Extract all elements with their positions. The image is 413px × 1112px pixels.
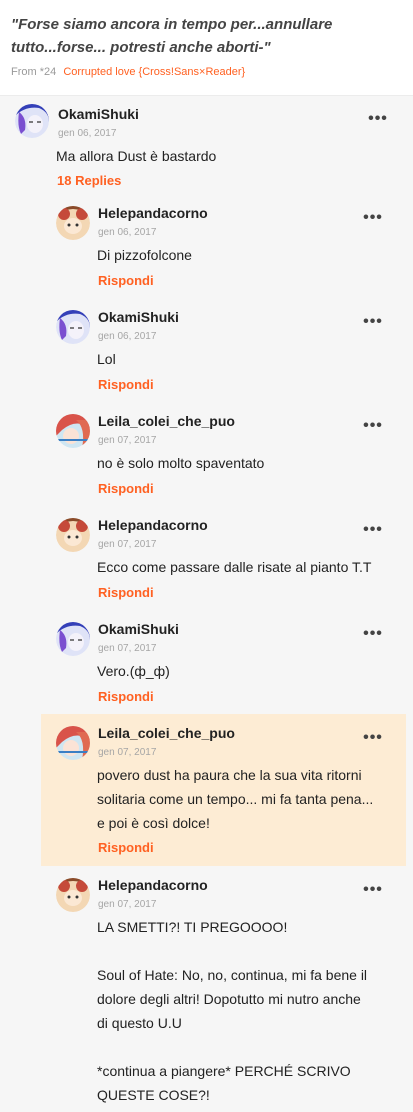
- quote-text: "Forse siamo ancora in tempo per...annul…: [11, 16, 333, 56]
- reply-text: no è solo molto spaventato: [97, 455, 265, 471]
- comment-thread: OkamiShuki gen 06, 2017 ••• Ma allora Du…: [0, 96, 413, 1112]
- reply-text-line: e poi è così dolce!: [97, 815, 210, 831]
- more-options-icon[interactable]: •••: [363, 882, 383, 898]
- reply-text-line: *continua a piangere* PERCHÉ SCRIVO: [97, 1063, 351, 1079]
- reply-username[interactable]: Leila_colei_che_puo: [98, 413, 235, 429]
- reply-username[interactable]: OkamiShuki: [98, 309, 179, 325]
- more-options-icon[interactable]: •••: [363, 210, 383, 226]
- reply-date: gen 07, 2017: [98, 747, 157, 758]
- story-link[interactable]: Corrupted love {Cross!Sans×Reader}: [63, 66, 245, 78]
- reply-date: gen 07, 2017: [98, 435, 157, 446]
- reply-button[interactable]: Rispondi: [98, 585, 154, 600]
- reply-text-line: di questo U.U: [97, 1015, 182, 1031]
- reply-button[interactable]: Rispondi: [98, 377, 154, 392]
- reply-button[interactable]: Rispondi: [98, 481, 154, 496]
- avatar-leila[interactable]: [56, 414, 90, 448]
- more-options-icon[interactable]: •••: [368, 111, 388, 127]
- avatar-helepandacorno[interactable]: [56, 518, 90, 552]
- reply-username[interactable]: Leila_colei_che_puo: [98, 725, 235, 741]
- quote-source: From *24 Corrupted love {Cross!Sans×Read…: [11, 66, 245, 78]
- reply-text-line: [97, 939, 397, 963]
- reply-text-line: LA SMETTI?! TI PREGOOOO!: [97, 919, 288, 935]
- reply-username[interactable]: Helepandacorno: [98, 517, 208, 533]
- reply-date: gen 06, 2017: [98, 331, 157, 342]
- reply-username[interactable]: Helepandacorno: [98, 205, 208, 221]
- reply-text: Di pizzofolcone: [97, 247, 192, 263]
- comment-date: gen 06, 2017: [58, 128, 117, 139]
- more-options-icon[interactable]: •••: [363, 418, 383, 434]
- reply-text: povero dust ha paura che la sua vita rit…: [97, 763, 397, 835]
- reply-text: Lol: [97, 351, 116, 367]
- reply-button[interactable]: Rispondi: [98, 689, 154, 704]
- reply-text-line: povero dust ha paura che la sua vita rit…: [97, 767, 362, 783]
- reply-button[interactable]: Rispondi: [98, 840, 154, 855]
- more-options-icon[interactable]: •••: [363, 730, 383, 746]
- avatar-leila[interactable]: [56, 726, 90, 760]
- story-quote: "Forse siamo ancora in tempo per...annul…: [0, 0, 413, 96]
- reply-date: gen 07, 2017: [98, 899, 157, 910]
- reply-date: gen 06, 2017: [98, 227, 157, 238]
- reply-date: gen 07, 2017: [98, 539, 157, 550]
- comment-username[interactable]: OkamiShuki: [58, 106, 139, 122]
- reply-text-line: dolore degli altri! Dopotutto mi nutro a…: [97, 991, 361, 1007]
- avatar-helepandacorno[interactable]: [56, 206, 90, 240]
- reply-button[interactable]: Rispondi: [98, 273, 154, 288]
- reply-text: Vero.(ф_ф): [97, 663, 170, 679]
- reply-text: Ecco come passare dalle risate al pianto…: [97, 559, 372, 575]
- avatar-helepandacorno[interactable]: [56, 878, 90, 912]
- more-options-icon[interactable]: •••: [363, 522, 383, 538]
- from-label: From *24: [11, 66, 57, 78]
- reply-username[interactable]: OkamiShuki: [98, 621, 179, 637]
- reply-username[interactable]: Helepandacorno: [98, 877, 208, 893]
- more-options-icon[interactable]: •••: [363, 314, 383, 330]
- reply-text-line: solitaria come un tempo... mi fa tanta p…: [97, 791, 374, 807]
- avatar-okamishuki[interactable]: [56, 622, 90, 656]
- more-options-icon[interactable]: •••: [363, 626, 383, 642]
- reply-text-line: QUESTE COSE?!: [97, 1087, 210, 1103]
- avatar-okamishuki[interactable]: [15, 104, 49, 138]
- replies-toggle-button[interactable]: 18 Replies: [57, 173, 121, 188]
- reply-text-line: [97, 1035, 397, 1059]
- avatar-okamishuki[interactable]: [56, 310, 90, 344]
- comment-text: Ma allora Dust è bastardo: [56, 148, 217, 164]
- reply-date: gen 07, 2017: [98, 643, 157, 654]
- reply-text: LA SMETTI?! TI PREGOOOO! Soul of Hate: N…: [97, 915, 397, 1107]
- reply-text-line: Soul of Hate: No, no, continua, mi fa be…: [97, 967, 368, 983]
